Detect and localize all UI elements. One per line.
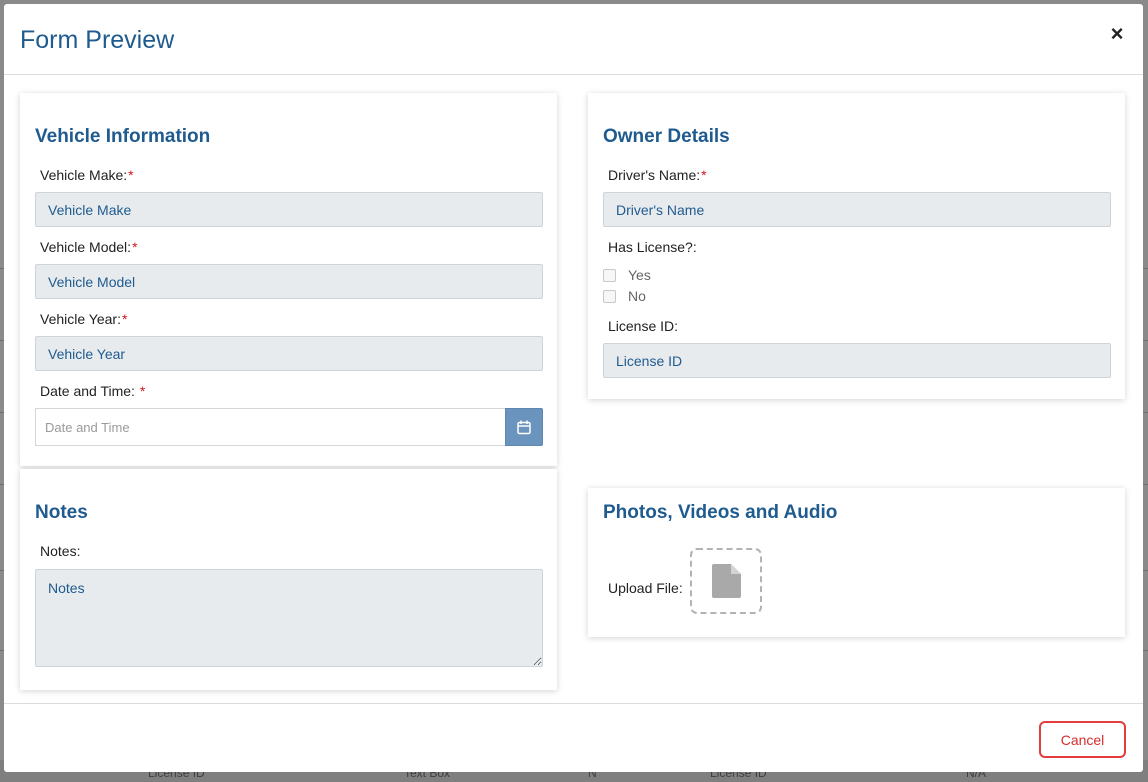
- modal-body: Vehicle Information Vehicle Make:* Vehic…: [4, 76, 1143, 703]
- owner-details-title: Owner Details: [603, 126, 730, 147]
- upload-dropzone[interactable]: [690, 548, 762, 614]
- calendar-icon: [517, 420, 531, 434]
- required-marker: *: [701, 167, 707, 183]
- yes-checkbox[interactable]: [603, 268, 616, 282]
- vehicle-year-label: Vehicle Year:*: [40, 311, 128, 327]
- vehicle-information-card: Vehicle Information Vehicle Make:* Vehic…: [20, 93, 557, 466]
- date-time-label: Date and Time: *: [40, 383, 146, 399]
- yes-label: Yes: [628, 267, 651, 283]
- notes-title: Notes: [35, 502, 88, 523]
- no-label: No: [628, 288, 646, 304]
- notes-textarea[interactable]: [35, 569, 543, 667]
- cancel-button[interactable]: Cancel: [1039, 721, 1126, 758]
- license-option-no[interactable]: No: [603, 288, 646, 304]
- license-id-input[interactable]: [603, 343, 1111, 378]
- modal-footer: Cancel: [4, 703, 1143, 772]
- required-marker: *: [121, 311, 128, 327]
- vehicle-make-label: Vehicle Make:*: [40, 167, 134, 183]
- date-time-picker: [35, 408, 543, 446]
- media-title: Photos, Videos and Audio: [603, 502, 838, 523]
- vehicle-information-title: Vehicle Information: [35, 126, 211, 147]
- required-marker: *: [128, 167, 134, 183]
- has-license-label: Has License?:: [608, 239, 697, 255]
- driver-name-label: Driver's Name:*: [608, 167, 707, 183]
- vehicle-make-input[interactable]: [35, 192, 543, 227]
- required-marker: *: [139, 383, 146, 399]
- license-id-label: License ID:: [608, 318, 679, 334]
- close-button[interactable]: ×: [1107, 23, 1127, 45]
- upload-file-label: Upload File:: [608, 580, 683, 596]
- media-card: Photos, Videos and Audio Upload File:: [588, 488, 1125, 637]
- vehicle-model-input[interactable]: [35, 264, 543, 299]
- notes-card: Notes Notes:: [20, 469, 557, 690]
- file-icon: [711, 564, 741, 598]
- vehicle-model-label: Vehicle Model:*: [40, 239, 138, 255]
- owner-details-card: Owner Details Driver's Name:* Has Licens…: [588, 93, 1125, 399]
- required-marker: *: [132, 239, 138, 255]
- form-preview-modal: Form Preview × Vehicle Information Vehic…: [4, 4, 1143, 772]
- calendar-button[interactable]: [505, 408, 543, 446]
- notes-label: Notes:: [40, 543, 81, 559]
- license-option-yes[interactable]: Yes: [603, 267, 651, 283]
- no-checkbox[interactable]: [603, 289, 616, 303]
- vehicle-year-input[interactable]: [35, 336, 543, 371]
- modal-header: Form Preview ×: [4, 4, 1143, 75]
- modal-title: Form Preview: [20, 26, 175, 54]
- driver-name-input[interactable]: [603, 192, 1111, 227]
- date-time-input[interactable]: [35, 408, 505, 446]
